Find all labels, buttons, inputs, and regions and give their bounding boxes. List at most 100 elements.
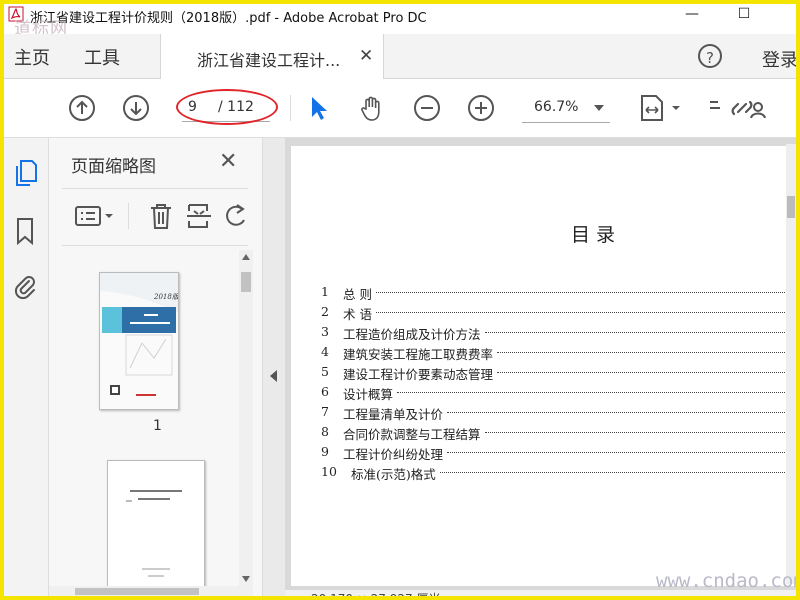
window-title: 浙江省建设工程计价规则（2018版）.pdf - Adobe Acrobat P…: [30, 11, 427, 26]
toc-title: 术 语: [343, 307, 372, 322]
toc-number: 4: [321, 344, 329, 359]
cover-thumbnail-image: 2018版: [100, 273, 178, 409]
toc-row[interactable]: 1 总 则: [321, 284, 796, 304]
toc-leader-dots: [447, 411, 796, 413]
scroll-down-arrow-icon[interactable]: [242, 576, 250, 582]
toc-leader-dots: [497, 371, 796, 373]
help-icon[interactable]: ?: [698, 44, 722, 68]
toc-number: 6: [321, 384, 329, 399]
toc-leader-dots: [485, 431, 796, 433]
title-page-thumbnail-image: [126, 490, 182, 577]
toc-title: 工程造价组成及计价方法: [343, 327, 481, 342]
previous-page-icon[interactable]: [68, 94, 96, 122]
horizontal-scrollbar-thumb[interactable]: [75, 588, 199, 595]
toc-leader-dots: [397, 391, 796, 393]
page-thumbnail-2[interactable]: [107, 460, 205, 586]
minimize-button[interactable]: —: [672, 4, 712, 26]
scrollbar-thumb[interactable]: [241, 272, 251, 292]
toc-number: 2: [321, 304, 329, 319]
thumbnail-options-icon[interactable]: [74, 201, 118, 231]
next-page-icon[interactable]: [122, 94, 150, 122]
toc-title: 标准(示范)格式: [351, 467, 436, 482]
toc-leader-dots: [376, 291, 796, 293]
toc-leader-dots: [485, 331, 796, 333]
sign-in-link[interactable]: 登录: [762, 46, 796, 72]
toc-number: 3: [321, 324, 329, 339]
toc-heading: 目 录: [571, 224, 616, 246]
watermark-bottom-right: www.cndao.com: [656, 570, 796, 592]
thumbnail-page-number: 1: [153, 418, 162, 434]
thumbnail-toolbar: [62, 188, 248, 246]
page-thumbnails-icon[interactable]: [12, 158, 38, 188]
main-toolbar: 9 / 112 66.7%: [4, 79, 796, 138]
zoom-caret-icon: [594, 105, 604, 111]
zoom-dropdown[interactable]: 66.7%: [522, 94, 610, 123]
toc-leader-dots: [497, 351, 796, 353]
zoom-value: 66.7%: [534, 99, 579, 115]
hand-tool-icon[interactable]: [358, 94, 386, 122]
toc-title: 设计概算: [343, 387, 394, 402]
toc-title: 工程计价纠纷处理: [343, 447, 444, 462]
thumbnail-list: 2018版 1: [49, 246, 239, 586]
attachments-icon[interactable]: [12, 272, 38, 302]
toc-title: 工程量清单及计价: [343, 407, 444, 422]
bookmarks-icon[interactable]: [12, 216, 38, 246]
close-panel-icon[interactable]: ✕: [219, 149, 237, 174]
toc-row[interactable]: 4 建筑安装工程施工取费费率: [321, 344, 796, 364]
toc-number: 9: [321, 444, 329, 459]
fit-page-icon[interactable]: [638, 94, 684, 122]
toc-number: 7: [321, 404, 329, 419]
zoom-out-icon[interactable]: [413, 94, 441, 122]
zoom-in-icon[interactable]: [467, 94, 495, 122]
home-menu[interactable]: 主页: [14, 44, 50, 70]
toc-title: 总 则: [343, 287, 372, 302]
toolbar-divider: [290, 95, 291, 121]
toc-title: 合同价款调整与工程结算: [343, 427, 481, 442]
toc-row[interactable]: 8 合同价款调整与工程结算: [321, 424, 796, 444]
rotate-page-icon[interactable]: [222, 201, 252, 231]
toc-leader-dots: [440, 471, 796, 473]
thumbnail-horizontal-scrollbar[interactable]: [49, 586, 253, 596]
maximize-button[interactable]: ☐: [724, 4, 764, 26]
delete-page-icon[interactable]: [146, 201, 176, 231]
page-edit-icon[interactable]: [706, 94, 724, 122]
collapse-panel-arrow-icon[interactable]: [270, 370, 277, 382]
document-tab[interactable]: 浙江省建设工程计... ✕: [160, 34, 384, 79]
title-bar: 浙江省建设工程计价规则（2018版）.pdf - Adobe Acrobat P…: [4, 4, 796, 39]
page-thumbnails-panel: 页面缩略图 ✕ 2018版 1: [49, 138, 263, 596]
share-link-icon[interactable]: [728, 94, 768, 122]
menu-tab-row: 主页 工具 浙江省建设工程计... ✕ ? 登录: [4, 34, 796, 79]
page-dimensions-label: 20.170 × 27.927 厘米: [311, 590, 440, 596]
document-tab-label: 浙江省建设工程计...: [197, 51, 341, 70]
toc-row[interactable]: 6 设计概算: [321, 384, 796, 404]
toc-row[interactable]: 9 工程计价纠纷处理: [321, 444, 796, 464]
toc-title: 建设工程计价要素动态管理: [343, 367, 494, 382]
toc-row[interactable]: 5 建设工程计价要素动态管理: [321, 364, 796, 384]
toc-row[interactable]: 10 标准(示范)格式: [321, 464, 796, 484]
close-tab-icon[interactable]: ✕: [359, 46, 373, 66]
panel-collapse-strip[interactable]: [263, 138, 285, 596]
scroll-up-arrow-icon[interactable]: [242, 254, 250, 260]
extract-page-icon[interactable]: [184, 201, 214, 231]
left-navigation-rail: [4, 138, 49, 596]
toc-row[interactable]: 7 工程量清单及计价: [321, 404, 796, 424]
page-thumbnail-cover[interactable]: 2018版: [99, 272, 179, 410]
thumbnail-vertical-scrollbar[interactable]: [239, 250, 253, 586]
toc-row[interactable]: 3 工程造价组成及计价方法: [321, 324, 796, 344]
pdf-page: 目 录 1 总 则 2 术 语 3 工程造价组成及计价方法 4 建筑安装工程施工取费费率 5 建设…: [291, 146, 796, 586]
document-vertical-scrollbar[interactable]: [786, 144, 796, 584]
toc-leader-dots: [376, 311, 796, 313]
toc-number: 10: [321, 464, 337, 479]
svg-text:2018版: 2018版: [153, 293, 178, 301]
toc-row[interactable]: 2 术 语: [321, 304, 796, 324]
document-view[interactable]: 目 录 1 总 则 2 术 语 3 工程造价组成及计价方法 4 建筑安装工程施工取费费率 5 建设…: [285, 138, 796, 596]
document-scrollbar-thumb[interactable]: [787, 196, 795, 218]
select-tool-icon[interactable]: [304, 94, 332, 122]
panel-divider: [128, 203, 129, 229]
toc-number: 5: [321, 364, 329, 379]
acrobat-window: 浙江省建设工程计价规则（2018版）.pdf - Adobe Acrobat P…: [4, 4, 796, 596]
toc-title: 建筑安装工程施工取费费率: [343, 347, 494, 362]
toc-number: 1: [321, 284, 329, 299]
toc-leader-dots: [447, 451, 796, 453]
tools-menu[interactable]: 工具: [84, 44, 120, 70]
